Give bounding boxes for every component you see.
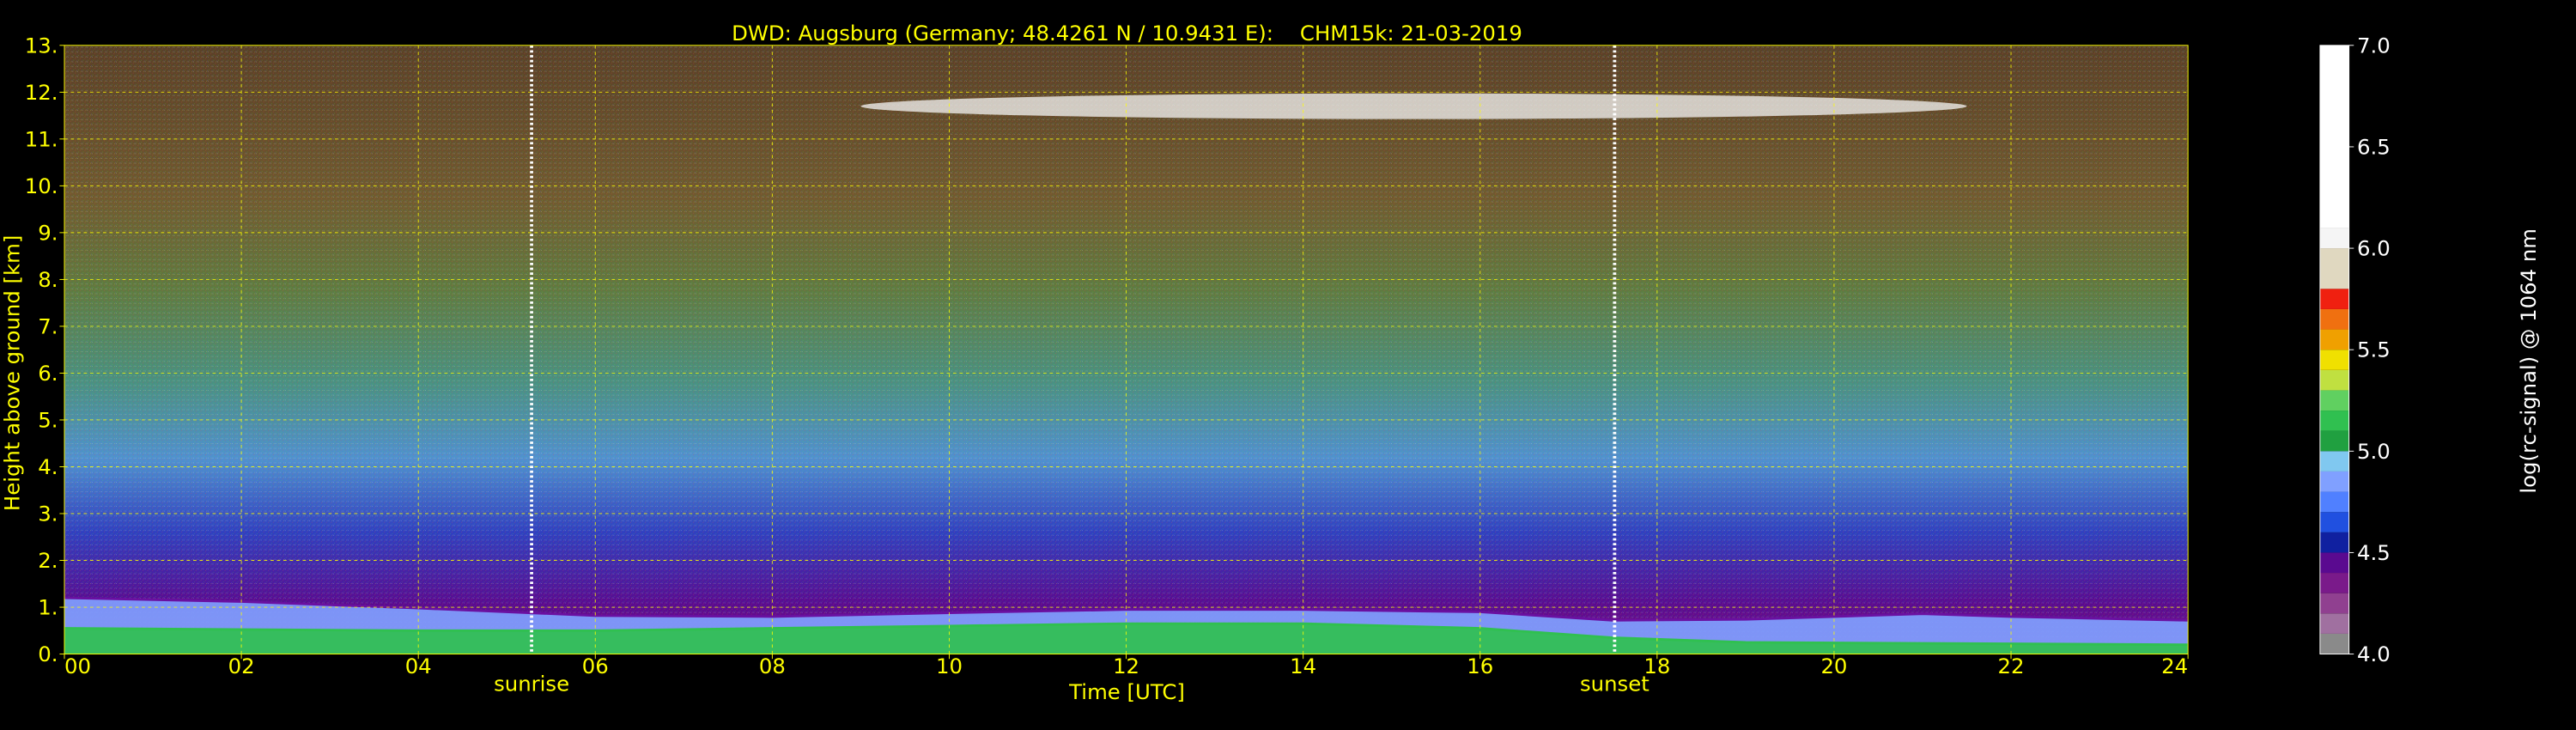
colorbar-swatch (2319, 633, 2349, 654)
colorbar-swatch (2319, 512, 2349, 532)
x-tick-label: 00 (64, 654, 91, 678)
x-tick-label: 20 (1820, 654, 1847, 678)
colorbar-swatch (2319, 593, 2349, 614)
x-tick-label: 06 (582, 654, 609, 678)
colorbar-swatch (2319, 613, 2349, 634)
x-tick-label: 22 (1998, 654, 2025, 678)
colorbar-tick-label: 5.0 (2357, 439, 2391, 464)
colorbar-swatch (2319, 411, 2349, 431)
x-tick-label: 04 (405, 654, 432, 678)
y-tick-label: 7. (38, 313, 58, 338)
colorbar-swatch (2319, 451, 2349, 471)
y-tick-label: 2. (38, 548, 58, 573)
y-tick-label: 11. (25, 126, 58, 151)
colorbar-swatch (2319, 289, 2349, 309)
colorbar-tick-label: 6.0 (2357, 236, 2391, 261)
colorbar-swatch (2319, 430, 2349, 452)
colorbar-swatch (2319, 45, 2349, 228)
colorbar-tick-label: 6.5 (2357, 134, 2391, 159)
y-tick-label: 4. (38, 454, 58, 479)
x-tick-label: 24 (2161, 654, 2188, 678)
colorbar-tick-label: 4.5 (2357, 540, 2391, 565)
x-tick-label: 12 (1113, 654, 1139, 678)
colorbar-swatch (2319, 350, 2349, 370)
colorbar-tick-label: 7.0 (2357, 33, 2391, 58)
sunrise-label: sunrise (494, 672, 569, 697)
x-tick-label: 18 (1643, 654, 1670, 678)
x-tick-label: 16 (1467, 654, 1493, 678)
y-tick-label: 3. (38, 501, 58, 526)
y-tick-label: 1. (38, 594, 58, 619)
y-tick-label: 8. (38, 267, 58, 292)
y-tick-label: 10. (25, 173, 58, 198)
x-tick-label: 14 (1290, 654, 1316, 678)
x-tick-label: 08 (759, 654, 786, 678)
chart-title: DWD: Augsburg (Germany; 48.4261 N / 10.9… (732, 21, 1522, 46)
y-tick-label: 9. (38, 220, 58, 245)
y-tick-label: 13. (25, 33, 58, 58)
cirrus-cloud (860, 93, 1967, 119)
colorbar: 4.0 4.5 5.0 5.5 6.0 6.5 7.0 (2319, 33, 2391, 666)
y-tick-label: 6. (38, 361, 58, 386)
x-tick-label: 10 (936, 654, 963, 678)
x-axis-ticks: 00 02 04 06 08 10 12 14 16 18 20 22 24 (64, 654, 2189, 678)
colorbar-swatch (2319, 390, 2349, 411)
colorbar-swatch (2319, 369, 2349, 391)
x-tick-label: 02 (228, 654, 255, 678)
colorbar-tick-label: 5.5 (2357, 338, 2391, 362)
colorbar-tick-label: 4.0 (2357, 642, 2391, 666)
y-axis-ticks: 0. 1. 2. 3. 4. 5. 6. 7. 8. 9. 10. 11. 12. 13. (25, 33, 64, 666)
colorbar-swatch (2319, 308, 2349, 330)
colorbar-swatch (2319, 329, 2349, 350)
y-axis-label: Height above ground [km] (0, 235, 25, 511)
colorbar-swatch (2319, 471, 2349, 492)
sunset-label: sunset (1580, 672, 1649, 697)
colorbar-swatch (2319, 573, 2349, 593)
colorbar-swatch (2319, 491, 2349, 513)
colorbar-swatch (2319, 248, 2349, 289)
colorbar-swatch (2319, 532, 2349, 553)
ceilometer-figure: DWD: Augsburg (Germany; 48.4261 N / 10.9… (0, 21, 2541, 704)
colorbar-swatch (2319, 228, 2349, 249)
y-tick-label: 0. (38, 642, 58, 666)
y-tick-label: 12. (25, 80, 58, 105)
colorbar-swatch (2319, 552, 2349, 574)
y-tick-label: 5. (38, 407, 58, 432)
x-axis-label: Time [UTC] (1068, 679, 1185, 704)
colorbar-label: log(rc-signal) @ 1064 nm (2516, 228, 2541, 494)
